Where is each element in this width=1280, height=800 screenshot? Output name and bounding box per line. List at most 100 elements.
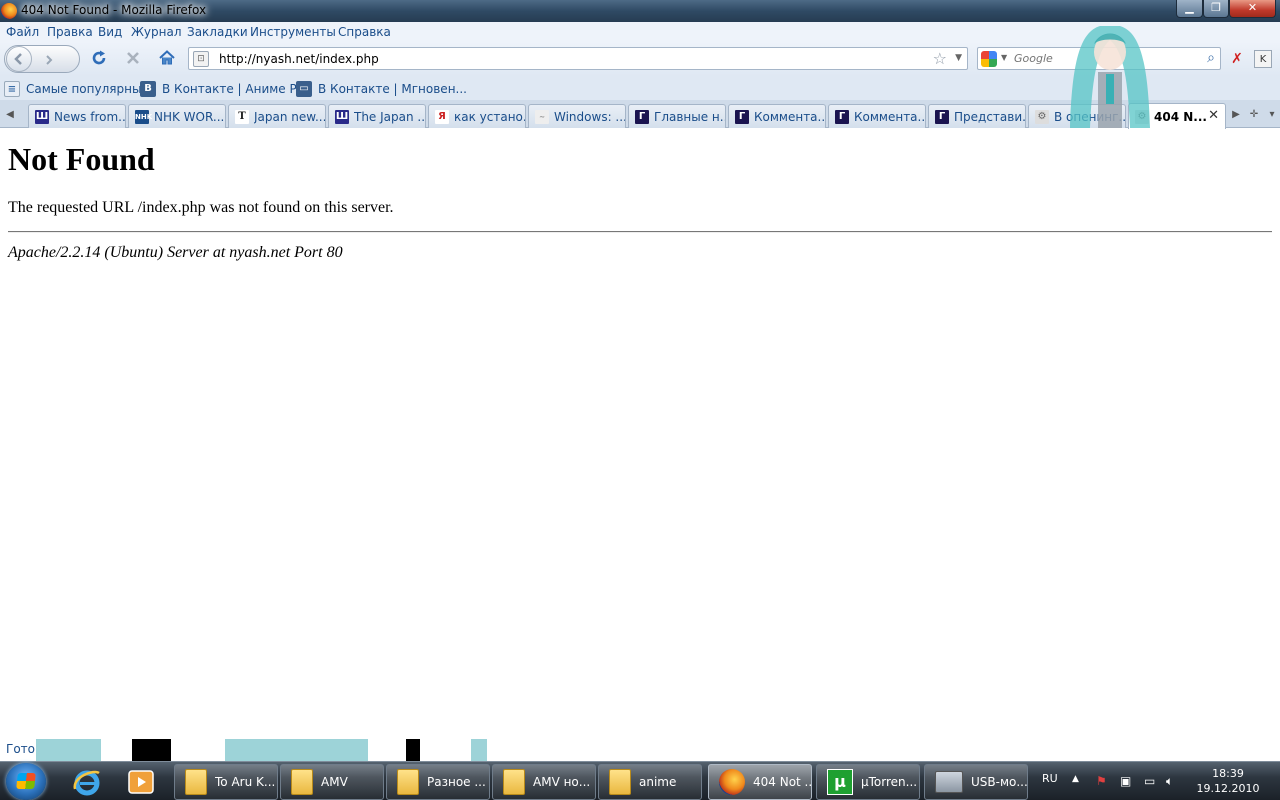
bookmarks-toolbar: ≡ Самые популярные В В Контакте | Аниме …	[0, 76, 1280, 100]
menu-history[interactable]: Журнал	[131, 25, 182, 39]
tab-label: Japan new...	[254, 109, 325, 124]
back-button[interactable]	[6, 46, 32, 72]
close-button[interactable]: ✕	[1229, 0, 1276, 18]
url-bar[interactable]: ⊡ http://nyash.net/index.php ☆ ▼	[188, 47, 968, 70]
t-icon: T	[235, 109, 249, 124]
task-anime[interactable]: anime	[598, 764, 702, 800]
home-button[interactable]	[156, 47, 178, 69]
google-icon[interactable]	[981, 51, 997, 67]
windows-logo-icon	[16, 773, 36, 789]
language-indicator[interactable]: RU	[1042, 772, 1058, 785]
tab-comments-1[interactable]: Г Коммента...	[728, 104, 826, 128]
tab-windows[interactable]: ~ Windows: ...	[528, 104, 626, 128]
tab-scroll-right-icon[interactable]: ▶	[1228, 105, 1244, 125]
task-to-aru[interactable]: To Aru K...	[174, 764, 278, 800]
pinned-ie[interactable]	[62, 765, 112, 799]
navigation-toolbar: ⊡ http://nyash.net/index.php ☆ ▼ ▼ ⌕ ✗ K	[0, 42, 1280, 76]
pinned-media-player[interactable]	[116, 765, 166, 799]
close-tab-icon[interactable]: ✕	[1208, 108, 1219, 123]
window-title: 404 Not Found - Mozilla Firefox	[21, 3, 207, 17]
bookmark-label: В Контакте | Мгновен...	[318, 82, 467, 96]
usb-icon	[935, 771, 963, 793]
firefox-icon	[719, 769, 745, 795]
decoration-block	[406, 739, 420, 761]
clock[interactable]: 18:39 19.12.2010	[1196, 766, 1260, 796]
safely-remove-icon[interactable]: ▣	[1120, 774, 1131, 788]
task-amv[interactable]: AMV	[280, 764, 384, 800]
network-icon[interactable]: ▭	[1144, 774, 1155, 788]
menu-tools[interactable]: Инструменты	[250, 25, 336, 39]
reload-button[interactable]	[88, 47, 110, 69]
tab-404-not-found[interactable]: ⚙ 404 N... ✕	[1128, 103, 1226, 129]
tab-scroll-left-icon[interactable]: ◀	[2, 105, 18, 125]
stop-button[interactable]	[122, 47, 144, 69]
server-signature: Apache/2.2.14 (Ubuntu) Server at nyash.n…	[8, 244, 343, 261]
minimize-button[interactable]: ▁	[1176, 0, 1203, 18]
taskbar: To Aru K... AMV Разное ... AMV но... ani…	[0, 761, 1280, 800]
start-button[interactable]	[6, 763, 46, 800]
kaspersky-icon[interactable]: ✗	[1228, 50, 1246, 68]
menu-bar: Файл Правка Вид Журнал Закладки Инструме…	[0, 22, 1280, 42]
chat-icon: ▭	[296, 81, 312, 97]
task-label: µTorren...	[861, 775, 918, 789]
task-amv-new[interactable]: AMV но...	[492, 764, 596, 800]
task-label: anime	[639, 775, 677, 789]
tab-label: Коммента...	[754, 109, 825, 124]
chevron-down-icon[interactable]: ▼	[1001, 53, 1007, 62]
new-tab-icon[interactable]: ✛	[1246, 105, 1262, 125]
stop-icon	[127, 52, 139, 64]
firefox-icon[interactable]	[1, 3, 17, 19]
tab-label: 404 N...	[1154, 109, 1207, 124]
tab-how-install[interactable]: Я как устано...	[428, 104, 526, 128]
chevron-down-icon[interactable]: ▼	[955, 53, 962, 63]
folder-icon	[185, 769, 207, 795]
tab-the-japan[interactable]: Ш The Japan ...	[328, 104, 426, 128]
url-text[interactable]: http://nyash.net/index.php	[219, 52, 379, 66]
tab-main-news[interactable]: Г Главные н...	[628, 104, 726, 128]
tab-japan-news[interactable]: T Japan new...	[228, 104, 326, 128]
media-player-icon	[128, 770, 154, 794]
tab-opening[interactable]: ⚙ В опенинг...	[1028, 104, 1126, 128]
forward-button[interactable]	[36, 51, 62, 69]
bookmark-star-icon[interactable]: ☆	[933, 49, 947, 68]
task-utorrent[interactable]: µ µTorren...	[816, 764, 920, 800]
kaspersky-tray-icon[interactable]: ⚑	[1096, 774, 1107, 788]
tab-present[interactable]: Г Представи...	[928, 104, 1026, 128]
system-tray: RU ▲ ⚑ ▣ ▭ 🔈︎ 18:39 19.12.2010	[1036, 762, 1280, 800]
bookmark-vk-instant[interactable]: ▭ В Контакте | Мгновен...	[296, 81, 467, 97]
tab-label: News from...	[54, 109, 125, 124]
task-label: AMV но...	[533, 775, 591, 789]
site-identity-icon[interactable]: ⊡	[193, 51, 209, 67]
title-bar: 404 Not Found - Mozilla Firefox ▁ ❐ ✕	[0, 0, 1280, 22]
tab-news-from[interactable]: Ш News from...	[28, 104, 126, 128]
bookmark-vk-anime[interactable]: В В Контакте | Аниме Р...	[140, 81, 308, 97]
search-icon[interactable]: ⌕	[1207, 50, 1215, 66]
tab-nhk-world[interactable]: NHK NHK WOR...	[128, 104, 226, 128]
search-bar[interactable]: ▼ ⌕	[977, 47, 1221, 70]
internet-explorer-icon	[73, 770, 100, 796]
menu-view[interactable]: Вид	[98, 25, 122, 39]
bookmark-label: В Контакте | Аниме Р...	[162, 82, 309, 96]
menu-help[interactable]: Справка	[338, 25, 391, 39]
folder-icon	[291, 769, 313, 795]
task-firefox[interactable]: 404 Not ...	[708, 764, 812, 800]
arrow-right-icon	[46, 55, 53, 65]
task-misc[interactable]: Разное ...	[386, 764, 490, 800]
tab-label: Коммента...	[854, 109, 925, 124]
volume-icon[interactable]: 🔈︎	[1166, 774, 1173, 789]
decoration-block	[36, 739, 101, 761]
tab-list-icon[interactable]: ▾	[1264, 105, 1280, 125]
tab-label: Представи...	[954, 109, 1025, 124]
menu-bookmarks[interactable]: Закладки	[187, 25, 248, 39]
maximize-button[interactable]: ❐	[1203, 0, 1229, 18]
tab-comments-2[interactable]: Г Коммента...	[828, 104, 926, 128]
menu-file[interactable]: Файл	[6, 25, 39, 39]
tab-label: The Japan ...	[354, 109, 425, 124]
addon-k-icon[interactable]: K	[1254, 50, 1272, 68]
rss-icon: ≡	[4, 81, 20, 97]
menu-edit[interactable]: Правка	[47, 25, 93, 39]
show-hidden-icons-icon[interactable]: ▲	[1072, 774, 1079, 784]
bookmark-most-visited[interactable]: ≡ Самые популярные	[4, 81, 149, 97]
search-input[interactable]	[1014, 50, 1194, 67]
task-usb[interactable]: USB-мо...	[924, 764, 1028, 800]
